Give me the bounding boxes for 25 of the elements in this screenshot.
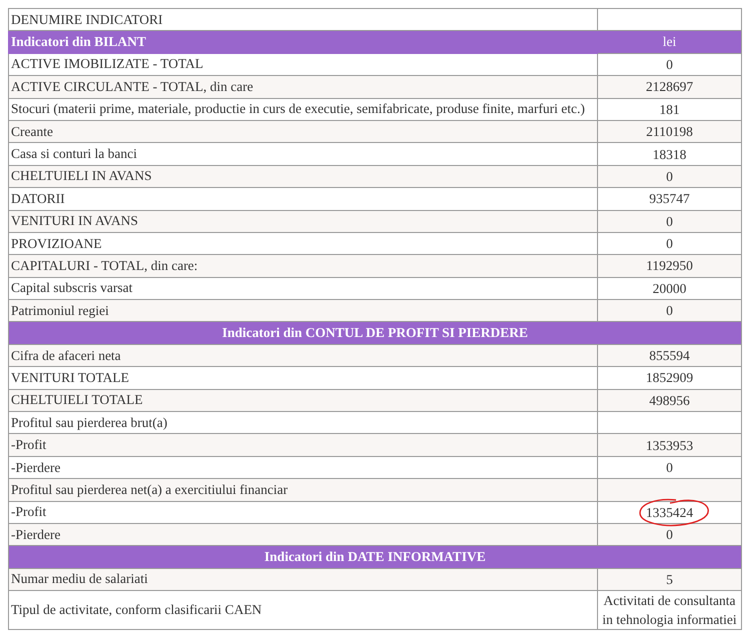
unit-header: lei bbox=[598, 30, 742, 54]
table-cell: -Profit bbox=[8, 434, 598, 456]
table-cell: 1353953 bbox=[598, 434, 742, 456]
table-cell: 18318 bbox=[598, 142, 742, 166]
table-cell: Activitati de consultanta in tehnologia informatiei bbox=[598, 590, 742, 630]
table-cell: ACTIVE CIRCULANTE - TOTAL, din care bbox=[8, 76, 598, 98]
table-cell: -Profit bbox=[8, 501, 598, 524]
table-cell: Casa si conturi la banci bbox=[8, 142, 598, 166]
section-header: Indicatori din DATE INFORMATIVE bbox=[8, 546, 742, 568]
table-cell: 1192950 bbox=[598, 254, 742, 278]
table-cell: 1852909 bbox=[598, 366, 742, 390]
table-cell: Tipul de activitate, conform clasificarii CAEN bbox=[8, 590, 598, 630]
table-cell: 181 bbox=[598, 98, 742, 120]
table-cell: 0 bbox=[598, 210, 742, 232]
table-cell: Profitul sau pierderea net(a) a exercitiului financiar bbox=[8, 478, 598, 502]
table-cell: Stocuri (materii prime, materiale, productie in curs de executie, semifabricate, produse finite, marfuri etc.) bbox=[8, 98, 598, 120]
table-cell: DENUMIRE INDICATORI bbox=[8, 8, 598, 31]
table-cell: CAPITALURI - TOTAL, din care: bbox=[8, 254, 598, 278]
table-cell: DATORII bbox=[8, 188, 598, 210]
table-cell: VENITURI IN AVANS bbox=[8, 210, 598, 232]
table-cell: 935747 bbox=[598, 188, 742, 210]
table-cell: 2128697 bbox=[598, 76, 742, 98]
table-cell: VENITURI TOTALE bbox=[8, 366, 598, 390]
section-header: Indicatori din CONTUL DE PROFIT SI PIERDERE bbox=[8, 322, 742, 344]
section-header: Indicatori din BILANT bbox=[8, 30, 598, 54]
